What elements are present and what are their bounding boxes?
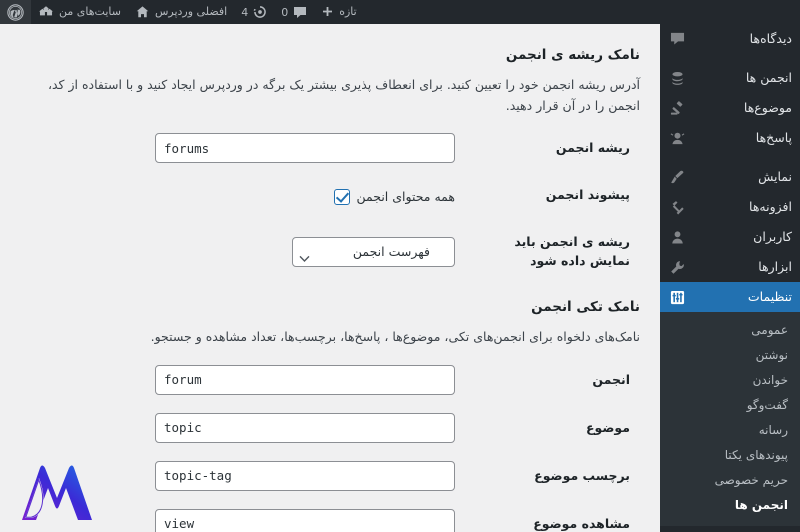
submenu-item-privacy[interactable]: حریم خصوصی [660,468,800,493]
users-icon [668,228,686,246]
tools-wrench-icon [668,258,686,276]
forum-slug-input[interactable] [155,364,455,395]
section-title-single-forum: نامک تکی انجمن [531,299,640,316]
form-table-forum-root: ریشه انجمن پیشوند انجمن همه محتوای انجمن… [20,124,640,284]
sidebar-item-tools-label: ابزارها [758,259,792,274]
sidebar-item-users[interactable]: کاربران [660,222,800,252]
section-desc-forum-root: آدرس ریشه انجمن خود را تعیین کنید. برای … [47,76,640,113]
sidebar-item-comments[interactable]: دیدگاه‌ها [660,24,800,54]
label-topic-tag: برچسب موضوع [534,467,630,483]
topic-view-slug-input[interactable] [155,508,455,532]
submenu-item-permalinks[interactable]: پیوندهای یکتا [660,443,800,468]
submenu-item-writing[interactable]: نوشتن [660,343,800,368]
sidebar-item-comments-label: دیدگاه‌ها [749,31,792,46]
sidebar-item-tools[interactable]: ابزارها [660,252,800,282]
forum-root-input[interactable] [155,133,455,164]
replies-icon [668,129,686,147]
label-topic: موضوع [585,419,630,435]
plugins-plug-icon [668,198,686,216]
sidebar-item-users-label: کاربران [753,229,792,244]
forum-prefix-checkbox-label[interactable]: همه محتوای انجمن [333,188,455,205]
sidebar-separator [660,54,800,63]
field-topic-tag [20,452,465,500]
collapse-menu-button[interactable]: جمع کردن فهرست [660,526,800,532]
submenu-item-reading[interactable]: خواندن [660,368,800,393]
section-title-forum-root: نامک ریشه ی انجمن [505,47,640,63]
sidebar-separator [660,153,800,162]
sidebar-item-forums[interactable]: انجمن ها [660,63,800,93]
update-icon [253,5,267,19]
form-row-topic-view: مشاهده موضوع [20,500,640,532]
form-row-topic: موضوع [20,404,640,452]
topic-slug-input[interactable] [155,412,455,443]
forums-icon [668,69,686,87]
home-icon [135,5,150,19]
sidebar-item-replies[interactable]: پاسخ‌ها [660,123,800,153]
label-forum-prefix: پیشوند انجمن [545,187,630,203]
submenu-item-forums[interactable]: انجمن ها [660,493,800,518]
form-row-forum-root-display: ریشه ی انجمن باید نمایش داده شود فهرست ا… [20,219,640,285]
settings-sliders-icon [668,288,686,306]
admin-bar-updates-item[interactable]: 4 [234,0,274,24]
admin-bar: تازه 0 4 افضلی وردپرس سایت‌های من [0,0,800,24]
submenu-item-general[interactable]: عمومی [660,318,800,343]
label-forum-root-display: ریشه ی انجمن باید نمایش داده شود [514,233,630,268]
sidebar-item-appearance[interactable]: نمایش [660,162,800,192]
admin-bar-new-item[interactable]: تازه [314,0,364,24]
sidebar-item-plugins-label: افزونه‌ها [749,199,792,214]
settings-submenu: عمومی نوشتن خواندن گفت‌وگو رسانه پیوندها… [660,312,800,526]
sidebar-item-appearance-label: نمایش [758,169,792,184]
sidebar-item-replies-label: پاسخ‌ها [755,130,792,145]
admin-bar-my-sites-label: سایت‌های من [59,5,121,18]
label-forum: انجمن [592,371,630,387]
sidebar-item-plugins[interactable]: افزونه‌ها [660,192,800,222]
admin-bar-site-name[interactable]: افضلی وردپرس [128,0,234,24]
plus-icon [321,6,334,19]
sidebar-item-settings[interactable]: تنظیمات [652,282,800,312]
field-forum-prefix: همه محتوای انجمن [20,172,465,219]
admin-sidebar: دیدگاه‌ها انجمن ها موضوع‌ها [652,24,800,532]
form-row-forum-prefix: پیشوند انجمن همه محتوای انجمن [20,172,640,219]
form-row-forum-root: ریشه انجمن [20,124,640,172]
field-forum [20,356,465,404]
field-forum-root [20,124,465,172]
field-topic [20,404,465,452]
admin-bar-wp-logo[interactable] [0,0,31,24]
wordpress-logo-icon [7,3,24,21]
main-content: نامک ریشه ی انجمن آدرس ریشه انجمن خود را… [0,24,660,532]
admin-bar-comments-count: 0 [281,5,289,19]
sidebar-item-settings-label: تنظیمات [747,289,792,304]
forum-root-display-select[interactable]: فهرست انجمن [292,236,455,267]
settings-form: نامک ریشه ی انجمن آدرس ریشه انجمن خود را… [0,24,660,532]
form-row-topic-tag: برچسب موضوع [20,452,640,500]
admin-bar-site-label: افضلی وردپرس [154,5,228,18]
comment-icon [668,30,686,48]
admin-bar-new-label: تازه [339,5,357,18]
comment-bubble-icon [293,6,307,19]
field-topic-view [20,500,465,532]
topic-tag-slug-input[interactable] [155,460,455,491]
appearance-brush-icon [668,168,686,186]
label-topic-view: مشاهده موضوع [533,515,630,531]
forum-prefix-checkbox-text: همه محتوای انجمن [356,189,455,205]
admin-bar-spacer [364,0,800,24]
form-row-forum: انجمن [20,356,640,404]
submenu-item-discussion[interactable]: گفت‌وگو [660,393,800,418]
forum-root-display-select-wrap: فهرست انجمن [292,236,455,267]
network-sites-icon [38,5,54,19]
label-forum-root: ریشه انجمن [555,139,630,155]
admin-bar-my-sites[interactable]: سایت‌های من [31,0,128,24]
sidebar-item-topics-label: موضوع‌ها [743,100,792,115]
forum-prefix-checkbox[interactable] [333,188,350,205]
topics-gavel-icon [668,99,686,117]
field-forum-root-display: فهرست انجمن [20,219,465,285]
admin-bar-updates-count: 4 [241,5,249,19]
sidebar-item-forums-label: انجمن ها [745,70,792,85]
form-table-single-forum: انجمن موضوع برچسب موضوع مشاهده موضوع [20,356,640,532]
admin-bar-comments-item[interactable]: 0 [274,0,314,24]
section-desc-single-forum: نامک‌های دلخواه برای انجمن‌های تکی، موضو… [150,329,640,345]
submenu-item-media[interactable]: رسانه [660,418,800,443]
sidebar-item-topics[interactable]: موضوع‌ها [660,93,800,123]
